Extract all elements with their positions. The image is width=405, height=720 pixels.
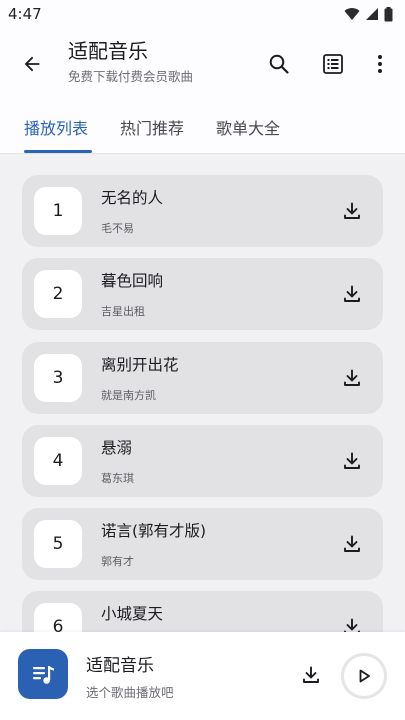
song-artist: 郭有才 bbox=[101, 555, 134, 568]
song-title: 小城夏天 bbox=[101, 605, 164, 623]
song-title: 诺言(郭有才版) bbox=[101, 522, 207, 540]
download-icon bbox=[344, 452, 360, 469]
tab-indicator bbox=[24, 150, 92, 153]
song-title: 悬溺 bbox=[101, 439, 133, 457]
song-artist: 吉星出租 bbox=[101, 305, 145, 318]
signal-icon bbox=[366, 8, 378, 20]
list-item[interactable]: 5 诺言(郭有才版) 郭有才 bbox=[22, 508, 383, 580]
song-number: 4 bbox=[34, 437, 82, 485]
tab-hot-recommend[interactable]: 热门推荐 bbox=[120, 115, 184, 139]
mini-player[interactable]: 适配音乐 选个歌曲播放吧 bbox=[0, 632, 405, 720]
song-artist: 毛不易 bbox=[101, 222, 134, 235]
battery-icon bbox=[384, 6, 393, 21]
download-button[interactable] bbox=[340, 449, 364, 473]
list-item[interactable]: 3 离别开出花 就是南方凯 bbox=[22, 342, 383, 414]
tab-playlist[interactable]: 播放列表 bbox=[24, 115, 88, 139]
status-icons bbox=[344, 6, 393, 22]
download-icon bbox=[344, 369, 360, 386]
list-item[interactable]: 2 暮色回响 吉星出租 bbox=[22, 258, 383, 330]
download-button[interactable] bbox=[340, 615, 364, 632]
song-number: 2 bbox=[34, 270, 82, 318]
download-icon bbox=[344, 285, 360, 302]
page-subtitle: 免费下载付费会员歌曲 bbox=[68, 69, 194, 84]
back-arrow-icon bbox=[24, 56, 40, 72]
app-bar: 适配音乐 免费下载付费会员歌曲 bbox=[0, 28, 405, 100]
status-time: 4:47 bbox=[8, 5, 42, 23]
list-item[interactable]: 6 小城夏天 bbox=[22, 591, 383, 632]
download-button[interactable] bbox=[340, 366, 364, 390]
tab-bar: 播放列表 热门推荐 歌单大全 bbox=[0, 100, 405, 154]
song-artist: 葛东琪 bbox=[101, 472, 134, 485]
status-bar: 4:47 bbox=[0, 0, 405, 28]
list-item[interactable]: 1 无名的人 毛不易 bbox=[22, 175, 383, 247]
play-button[interactable] bbox=[341, 653, 387, 699]
player-download-button[interactable] bbox=[298, 662, 324, 688]
player-subtitle: 选个歌曲播放吧 bbox=[86, 685, 174, 700]
song-number: 1 bbox=[34, 187, 82, 235]
more-vert-icon bbox=[378, 55, 382, 73]
download-icon bbox=[344, 202, 360, 219]
download-button[interactable] bbox=[340, 532, 364, 556]
song-number: 6 bbox=[34, 603, 82, 632]
tab-songlist-collection[interactable]: 歌单大全 bbox=[216, 115, 280, 139]
song-title: 离别开出花 bbox=[101, 356, 179, 374]
download-button[interactable] bbox=[340, 282, 364, 306]
song-number: 5 bbox=[34, 520, 82, 568]
song-title: 暮色回响 bbox=[101, 272, 164, 290]
download-button[interactable] bbox=[340, 199, 364, 223]
download-icon bbox=[344, 535, 360, 552]
song-list[interactable]: 1 无名的人 毛不易 2 暮色回响 吉星出租 3 离别开出花 就是南方凯 4 悬… bbox=[0, 154, 405, 632]
song-artist: 就是南方凯 bbox=[101, 389, 156, 402]
title-block: 适配音乐 免费下载付费会员歌曲 bbox=[68, 38, 193, 87]
back-button[interactable] bbox=[16, 48, 48, 80]
download-icon bbox=[344, 618, 360, 632]
album-art bbox=[18, 649, 68, 699]
list-item[interactable]: 4 悬溺 葛东琪 bbox=[22, 425, 383, 497]
play-icon bbox=[359, 669, 370, 683]
download-icon bbox=[303, 666, 319, 683]
song-number: 3 bbox=[34, 354, 82, 402]
playlist-button[interactable] bbox=[317, 48, 349, 80]
song-title: 无名的人 bbox=[101, 189, 164, 207]
list-icon bbox=[323, 54, 343, 74]
wifi-icon bbox=[344, 8, 360, 20]
page-title: 适配音乐 bbox=[68, 39, 148, 63]
search-icon bbox=[269, 54, 289, 74]
player-title: 适配音乐 bbox=[86, 656, 154, 676]
search-button[interactable] bbox=[263, 48, 295, 80]
music-note-list-icon bbox=[33, 666, 54, 684]
more-options-button[interactable] bbox=[364, 48, 396, 80]
